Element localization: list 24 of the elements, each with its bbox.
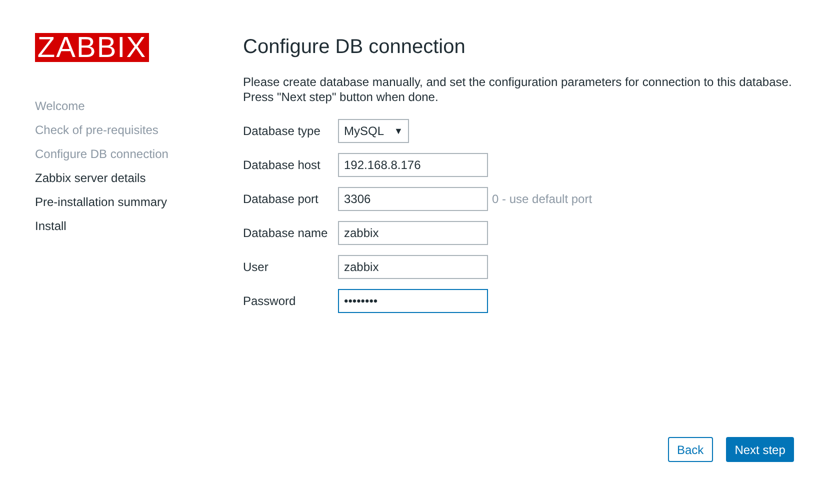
page-title: Configure DB connection [243,36,466,59]
wizard-step: Pre-installation summary [35,195,243,219]
zabbix-logo: ZABBIX [35,33,149,62]
wizard-step: Configure DB connection [35,147,243,171]
field-label: Database type [243,124,322,138]
field-hint: 0 - use default port [492,192,592,206]
field-label: Password [243,294,297,308]
field-label: User [243,260,270,274]
wizard-step: Welcome [35,99,243,123]
back-button[interactable]: Back [668,437,713,462]
field-label: Database name [243,226,329,240]
next-button[interactable]: Next step [726,437,794,462]
input-field[interactable]: zabbix [338,255,488,279]
wizard-step: Zabbix server details [35,171,243,195]
database-type-select[interactable]: MySQL ▼ [338,119,409,143]
input-field[interactable]: 3306 [338,187,488,211]
field-label: Database host [243,158,322,172]
wizard-step: Install [35,219,243,243]
input-field[interactable]: 192.168.8.176 [338,153,488,177]
input-field[interactable]: •••••••• [338,289,488,313]
wizard-step: Check of pre-requisites [35,123,243,147]
field-label: Database port [243,192,320,206]
instructions: Please create database manually, and set the configuration parameters for connection to this database. Press "Next step" button when done. [243,75,793,105]
input-field[interactable]: zabbix [338,221,488,245]
